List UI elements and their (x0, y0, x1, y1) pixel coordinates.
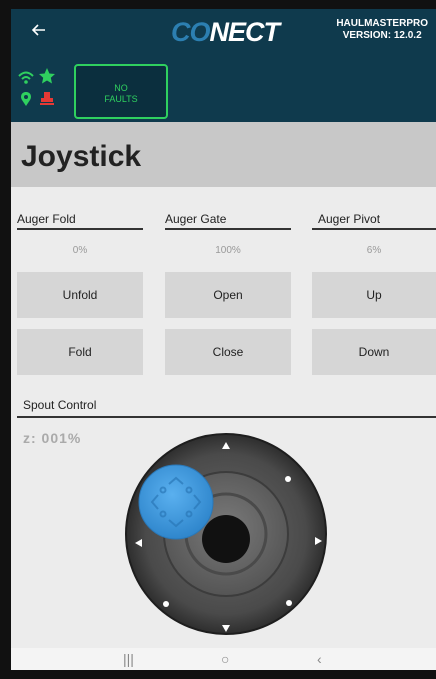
logo-nect: NECT (209, 17, 280, 47)
back-button[interactable]: ‹ (317, 651, 322, 667)
location-pin-icon (21, 92, 31, 106)
stamp-icon (40, 92, 54, 105)
wifi-icon (18, 71, 34, 84)
logo-co: CO (171, 17, 210, 47)
recents-button[interactable]: ||| (123, 651, 134, 667)
auger-fold-value: 0% (72, 245, 88, 256)
joystick-center (202, 515, 250, 563)
down-button[interactable]: Down (312, 329, 436, 375)
top-bar: CONECT HAULMASTERPRO VERSION: 12.0.2 (11, 9, 436, 56)
device-frame: CONECT HAULMASTERPRO VERSION: 12.0.2 NO … (0, 0, 436, 679)
page-title: Joystick (21, 140, 142, 173)
status-bar: NO FAULTS (11, 56, 436, 122)
status-icons (17, 64, 57, 114)
back-arrow-icon[interactable] (31, 22, 49, 40)
star-icon (39, 68, 55, 84)
brand-info: HAULMASTERPRO VERSION: 12.0.2 (336, 18, 428, 42)
open-button[interactable]: Open (165, 272, 291, 318)
home-button[interactable]: ○ (221, 651, 229, 667)
arrow-left-icon (31, 24, 45, 36)
auger-gate-value: 100% (215, 245, 241, 256)
faults-line1: NO (114, 83, 128, 93)
auger-fold-label: Auger Fold (17, 212, 76, 226)
auger-pivot-column: Auger Pivot 6% Up Down (312, 187, 436, 397)
auger-fold-column: Auger Fold 0% Unfold Fold (17, 187, 143, 397)
auger-pivot-value: 6% (366, 245, 382, 256)
title-band: Joystick (11, 122, 436, 187)
faults-line2: FAULTS (104, 94, 138, 104)
fold-button[interactable]: Fold (17, 329, 143, 375)
close-button[interactable]: Close (165, 329, 291, 375)
joystick[interactable] (11, 418, 436, 648)
faults-indicator[interactable]: NO FAULTS (74, 64, 168, 119)
up-button[interactable]: Up (312, 272, 436, 318)
joystick-knob[interactable] (138, 464, 214, 540)
auger-pivot-label: Auger Pivot (318, 212, 381, 226)
status-icon-grid (18, 68, 55, 106)
auger-fold-underline (17, 228, 143, 230)
dot-lower-right[interactable] (286, 600, 292, 606)
app-logo: CONECT (171, 17, 280, 48)
auger-gate-label: Auger Gate (165, 212, 227, 226)
joystick-area (11, 418, 436, 648)
dot-lower-left[interactable] (163, 601, 169, 607)
brand-name: HAULMASTERPRO (336, 18, 428, 29)
dot-upper-right[interactable] (285, 476, 291, 482)
auger-gate-underline (165, 228, 291, 230)
version-label: VERSION: 12.0.2 (342, 30, 422, 41)
android-nav-bar: ||| ○ ‹ (11, 648, 436, 670)
auger-pivot-underline (312, 228, 436, 230)
unfold-button[interactable]: Unfold (17, 272, 143, 318)
screen: CONECT HAULMASTERPRO VERSION: 12.0.2 NO … (11, 9, 436, 670)
spout-control-label: Spout Control (23, 398, 97, 412)
auger-gate-column: Auger Gate 100% Open Close (165, 187, 291, 397)
